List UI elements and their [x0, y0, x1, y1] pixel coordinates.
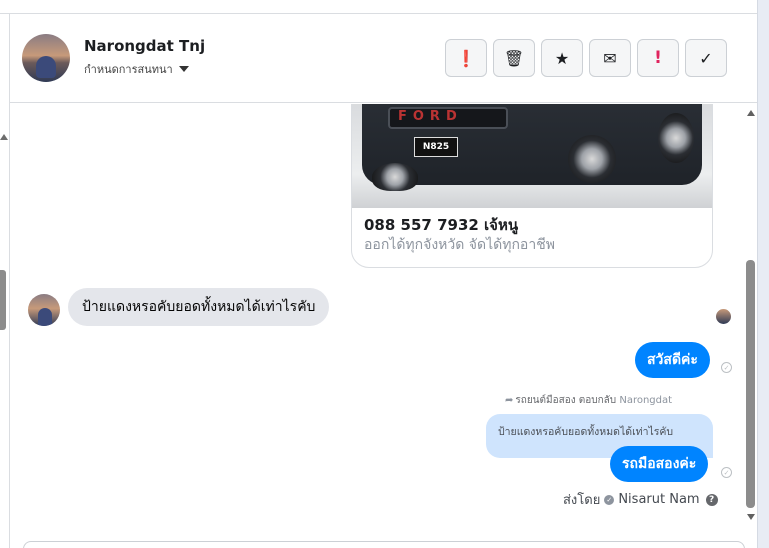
- left-panel-edge: [0, 14, 10, 548]
- grille-logo: FORD: [398, 109, 463, 124]
- star-button[interactable]: ★: [541, 39, 583, 77]
- message-composer[interactable]: [23, 541, 745, 548]
- reply-target: Narongdat: [619, 395, 673, 406]
- left-scrollbar-thumb[interactable]: [0, 270, 6, 330]
- mark-unread-button[interactable]: ✉: [589, 39, 631, 77]
- label-selector-text: กำหนดการสนทนา: [84, 63, 173, 76]
- help-icon[interactable]: ?: [705, 493, 718, 506]
- checkmark-icon: ✓: [699, 48, 713, 68]
- delivered-check-icon: ✓: [721, 362, 732, 373]
- thread-scrollbar[interactable]: [745, 104, 757, 548]
- outgoing-message[interactable]: สวัสดีค่ะ: [635, 342, 710, 378]
- delivered-check-icon: ✓: [721, 467, 732, 478]
- outgoing-reply-message[interactable]: รถมือสองค่ะ: [610, 446, 709, 482]
- license-plate: N825: [414, 137, 458, 157]
- post-subtitle: ออกได้ทุกจังหวัด จัดได้ทุกอาชีพ: [364, 237, 555, 253]
- follow-up-button[interactable]: !: [637, 39, 679, 77]
- trash-icon: 🗑: [503, 48, 525, 68]
- message-thread: FORD N825 088 557 7932 เจ้หนู ออกได้ทุกจ…: [11, 104, 745, 548]
- incoming-message[interactable]: ป้ายแดงหรอคับยอดทั้งหมดได้เท่าไรคับ: [68, 288, 330, 326]
- seen-avatar: [716, 309, 731, 324]
- scroll-down-arrow[interactable]: [747, 514, 755, 520]
- exclamation-icon: !: [654, 48, 662, 68]
- envelope-icon: ✉: [603, 48, 617, 68]
- star-icon: ★: [554, 48, 570, 68]
- contact-avatar[interactable]: [22, 34, 70, 82]
- left-scroll-up-arrow[interactable]: [0, 134, 8, 140]
- sent-by-prefix: ส่งโดย: [563, 493, 601, 508]
- sender-avatar[interactable]: [28, 294, 60, 326]
- right-panel-edge: [757, 0, 769, 548]
- reply-prefix: รถยนต์มือสอง ตอบกลับ: [515, 395, 617, 406]
- mark-done-button[interactable]: ✓: [685, 39, 727, 77]
- top-strip: [0, 0, 757, 14]
- label-selector[interactable]: กำหนดการสนทนา: [84, 60, 189, 78]
- sent-by-name: Nisarut Nam: [618, 492, 700, 507]
- contact-name[interactable]: Narongdat Tnj: [84, 37, 205, 55]
- caret-down-icon: [178, 66, 189, 72]
- scrollbar-thumb[interactable]: [746, 260, 755, 508]
- reply-meta: ➦ รถยนต์มือสอง ตอบกลับ Narongdat: [505, 393, 672, 408]
- scroll-up-arrow[interactable]: [747, 110, 755, 116]
- report-spam-button[interactable]: ❗: [445, 39, 487, 77]
- verified-check-icon: ✓: [604, 494, 615, 505]
- exclamation-circle-icon: ❗: [456, 48, 476, 68]
- sent-by: ส่งโดย ✓ Nisarut Nam ?: [563, 489, 718, 510]
- shared-post-card[interactable]: FORD N825 088 557 7932 เจ้หนู ออกได้ทุกจ…: [351, 104, 713, 268]
- car-photo[interactable]: FORD N825: [352, 104, 712, 208]
- conversation-header: Narongdat Tnj กำหนดการสนทนา ❗ 🗑 ★ ✉ ! ✓: [10, 15, 757, 103]
- delete-button[interactable]: 🗑: [493, 39, 535, 77]
- reply-arrow-icon: ➦: [505, 395, 514, 406]
